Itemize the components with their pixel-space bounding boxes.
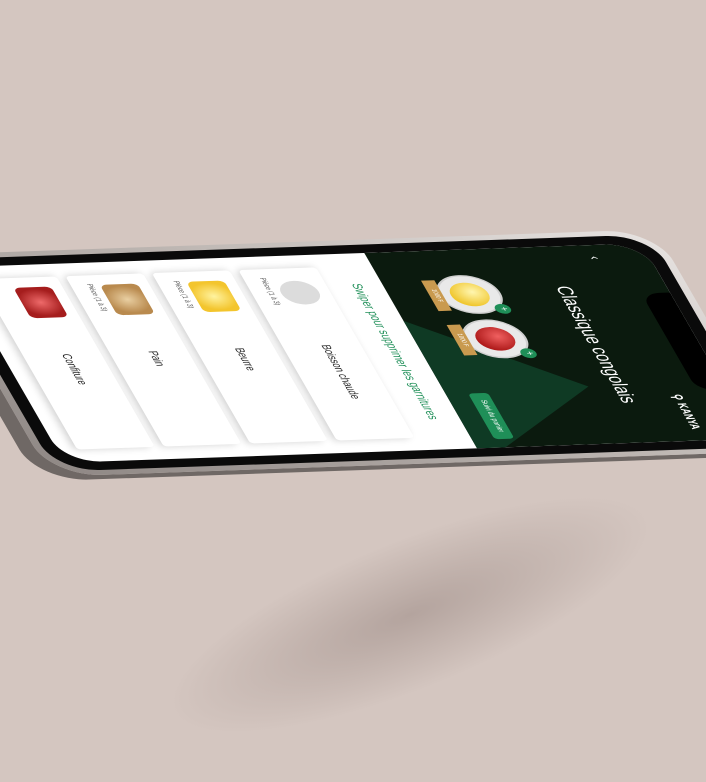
brand-mark-icon: ⚲ [667, 393, 687, 401]
item-meta: Pièce (1 à 3) [257, 277, 282, 306]
butter-image [444, 282, 496, 307]
phone-body: ‹ ⚲ KANYA Classique congolais + 1000 F + [0, 229, 706, 477]
dish-butter[interactable]: + 1000 F [420, 274, 514, 315]
brand-name: KANYA [673, 402, 703, 430]
back-arrow-icon[interactable]: ‹ [586, 256, 606, 260]
header-area: ‹ ⚲ KANYA Classique congolais + 1000 F + [364, 243, 706, 449]
phone-shadow [140, 448, 680, 782]
brand-logo: ⚲ KANYA [668, 394, 704, 430]
item-name: Confiture [58, 353, 90, 386]
item-name: Boisson chaude [317, 344, 363, 400]
drink-icon [274, 280, 326, 306]
item-name: Beurre [231, 347, 258, 371]
ham-image [469, 326, 521, 352]
ham-thumbnail [13, 286, 69, 319]
phone-bezel: ‹ ⚲ KANYA Classique congolais + 1000 F + [0, 234, 706, 472]
phone-screen: ‹ ⚲ KANYA Classique congolais + 1000 F + [0, 243, 706, 463]
item-name: Pain [144, 350, 167, 367]
dish-price: 1000 F [420, 280, 452, 312]
phone-notch [641, 292, 706, 391]
